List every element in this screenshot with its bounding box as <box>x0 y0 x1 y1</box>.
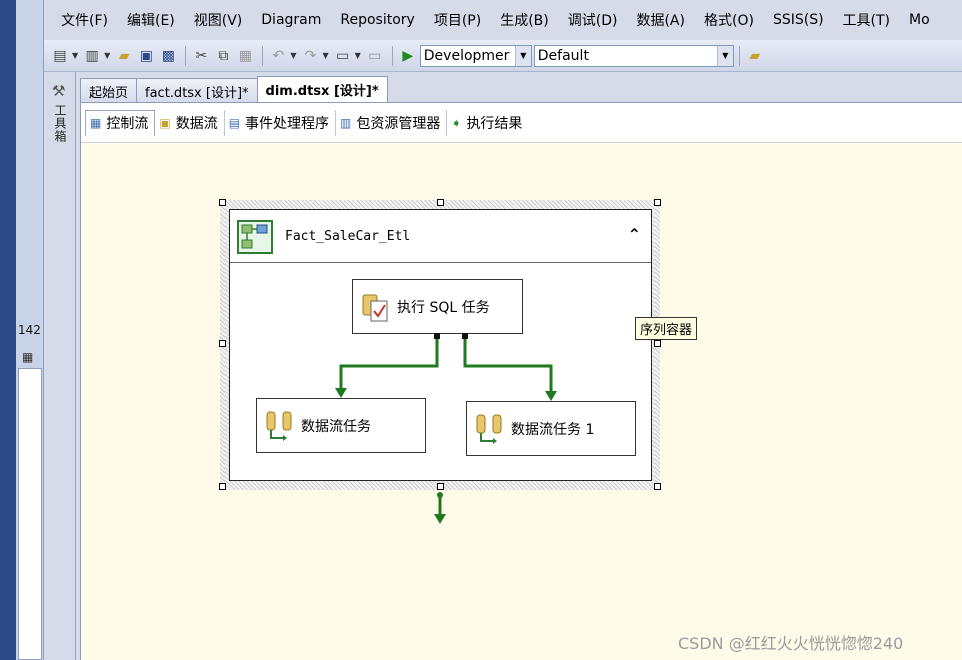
navigate-forward-icon[interactable]: ▭ <box>365 46 385 66</box>
toolbar-separator <box>262 45 264 66</box>
copy-icon[interactable]: ⧉ <box>213 46 233 66</box>
watermark: CSDN @红红火火恍恍惚惚240 <box>678 634 904 653</box>
data-flow-icon: ▣ <box>159 115 171 130</box>
resize-handle[interactable] <box>437 483 444 490</box>
menu-debug[interactable]: 调试(D) <box>568 10 618 30</box>
toolbar-separator <box>738 45 740 66</box>
tab-control-flow-label: 控制流 <box>106 116 149 132</box>
data-flow-task-icon <box>476 414 502 444</box>
control-flow-icon: ▦ <box>90 116 102 130</box>
open-folder-icon[interactable]: ▰ <box>114 46 134 66</box>
resize-handle[interactable] <box>437 199 444 206</box>
tab-event-handlers[interactable]: ▤ 事件处理程序 <box>225 109 337 136</box>
document-tabs: 起始页 fact.dtsx [设计]* dim.dtsx [设计]* <box>80 76 962 102</box>
menu-tools[interactable]: 工具(T) <box>843 10 890 30</box>
new-project-icon[interactable]: ▤ <box>50 46 70 66</box>
execute-sql-task-label: 执行 SQL 任务 <box>397 299 490 316</box>
paste-icon[interactable]: ▦ <box>235 46 255 66</box>
grid-icon[interactable]: ▦ <box>22 350 33 364</box>
left-edge-strip <box>0 0 16 660</box>
solution-config-value: Developmer <box>423 47 510 64</box>
save-icon[interactable]: ▣ <box>136 46 156 66</box>
data-flow-task-label: 数据流任务 <box>301 418 371 435</box>
tab-package-explorer-label: 包资源管理器 <box>356 115 441 132</box>
collapse-icon[interactable]: ⌃ <box>628 225 641 244</box>
execute-sql-task[interactable]: 执行 SQL 任务 <box>352 279 523 334</box>
resize-handle[interactable] <box>654 340 661 347</box>
resize-handle[interactable] <box>219 340 226 347</box>
solution-config-combo[interactable]: Developmer ▼ <box>419 44 532 67</box>
designer-tabs: ▦ 控制流 ▣ 数据流 ▤ 事件处理程序 ▥ 包资源管理器 ➧ 执行结果 <box>81 103 962 143</box>
resize-handle[interactable] <box>654 199 661 206</box>
side-panel-content <box>18 368 42 660</box>
add-item-dropdown-icon[interactable]: ▼ <box>104 51 110 60</box>
chevron-down-icon[interactable]: ▼ <box>514 45 531 66</box>
resize-handle[interactable] <box>219 199 226 206</box>
platform-combo[interactable]: Default ▼ <box>533 44 734 67</box>
toolbox-icon[interactable]: ⚒ <box>52 82 65 100</box>
data-flow-task-1-label: 数据流任务 1 <box>511 421 595 438</box>
tab-data-flow-label: 数据流 <box>175 115 218 132</box>
sequence-container-title: Fact_SaleCar_Etl <box>285 229 411 244</box>
resize-handle[interactable] <box>219 483 226 490</box>
toolbox-label[interactable]: 工具箱 <box>52 104 69 143</box>
progress-icon: ➧ <box>451 115 462 130</box>
menu-edit[interactable]: 编辑(E) <box>127 10 175 30</box>
tab-fact-dtsx[interactable]: fact.dtsx [设计]* <box>136 78 258 102</box>
data-flow-task-icon <box>266 411 292 441</box>
line-number: 142 <box>18 323 41 337</box>
add-item-icon[interactable]: ▥ <box>82 46 102 66</box>
menu-file[interactable]: 文件(F) <box>61 10 108 30</box>
connector-port[interactable] <box>462 333 468 339</box>
tooltip: 序列容器 <box>635 317 698 340</box>
tab-event-handlers-label: 事件处理程序 <box>245 115 330 132</box>
toolbar-separator <box>391 45 393 66</box>
execute-sql-task-icon <box>362 294 388 321</box>
connector-dot[interactable] <box>437 492 443 498</box>
sequence-container-icon <box>237 220 273 254</box>
event-handler-icon: ▤ <box>228 115 241 130</box>
menu-project[interactable]: 项目(P) <box>434 10 481 30</box>
navigate-back-icon[interactable]: ▭ <box>333 46 353 66</box>
tab-control-flow[interactable]: ▦ 控制流 <box>85 109 156 136</box>
menu-diagram[interactable]: Diagram <box>261 12 321 28</box>
tab-start-page[interactable]: 起始页 <box>80 78 138 102</box>
tab-progress[interactable]: ➧ 执行结果 <box>447 110 528 136</box>
standard-toolbar: ▤ ▼ ▥ ▼ ▰ ▣ ▩ ✂ ⧉ ▦ ↶ ▼ ↷ ▼ ▭ ▼ ▭ ▶ Developme… <box>44 40 962 72</box>
menu-more[interactable]: Mo <box>909 12 930 28</box>
redo-dropdown-icon[interactable]: ▼ <box>322 51 328 60</box>
find-in-files-icon[interactable]: ▰ <box>745 46 765 66</box>
package-explorer-icon: ▥ <box>340 115 352 130</box>
undo-icon[interactable]: ↶ <box>268 46 288 66</box>
save-all-icon[interactable]: ▩ <box>158 46 178 66</box>
connector-port[interactable] <box>434 333 440 339</box>
tab-dim-dtsx[interactable]: dim.dtsx [设计]* <box>256 76 388 102</box>
menu-view[interactable]: 视图(V) <box>194 10 243 30</box>
menu-repository[interactable]: Repository <box>340 12 414 28</box>
platform-value: Default <box>537 47 589 64</box>
tab-progress-label: 执行结果 <box>466 115 523 132</box>
toolbar-separator <box>185 45 187 66</box>
menu-bar: 文件(F) 编辑(E) 视图(V) Diagram Repository 项目(… <box>44 0 962 40</box>
menu-ssis[interactable]: SSIS(S) <box>773 12 824 28</box>
cut-icon[interactable]: ✂ <box>191 46 211 66</box>
tab-data-flow[interactable]: ▣ 数据流 <box>155 109 225 136</box>
menu-data[interactable]: 数据(A) <box>636 10 685 30</box>
toolbox-strip[interactable]: ⚒ 工具箱 <box>44 0 76 660</box>
menu-format[interactable]: 格式(O) <box>704 10 754 30</box>
sequence-container-header[interactable]: Fact_SaleCar_Etl ⌃ <box>230 210 651 263</box>
new-project-dropdown-icon[interactable]: ▼ <box>72 51 78 60</box>
left-side-panel: 142 ▦ <box>16 0 44 660</box>
navigate-back-dropdown-icon[interactable]: ▼ <box>355 51 361 60</box>
start-debugging-icon[interactable]: ▶ <box>398 46 418 66</box>
redo-icon[interactable]: ↷ <box>300 46 320 66</box>
resize-handle[interactable] <box>654 483 661 490</box>
menu-build[interactable]: 生成(B) <box>500 10 549 30</box>
chevron-down-icon[interactable]: ▼ <box>716 45 733 66</box>
undo-dropdown-icon[interactable]: ▼ <box>290 51 296 60</box>
data-flow-task-1[interactable]: 数据流任务 1 <box>466 401 636 456</box>
data-flow-task[interactable]: 数据流任务 <box>256 398 426 453</box>
tab-package-explorer[interactable]: ▥ 包资源管理器 <box>336 109 448 136</box>
